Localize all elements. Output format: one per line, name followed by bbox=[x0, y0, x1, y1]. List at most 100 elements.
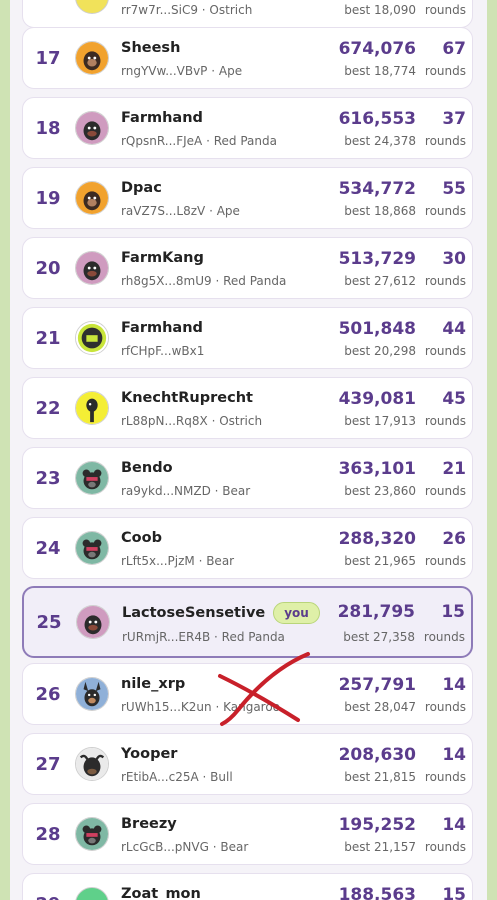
rounds-label: rounds bbox=[424, 204, 466, 218]
rank-number: 18 bbox=[35, 117, 61, 139]
rounds-label: rounds bbox=[424, 770, 466, 784]
rounds-count: 15 bbox=[441, 602, 465, 622]
leaderboard-row[interactable]: 24 Coob rLft5x...PjzM · Bear 288,320 bes… bbox=[22, 517, 473, 579]
player-sub: rLcGcB...pNVG · Bear bbox=[121, 840, 249, 854]
player-score: 616,553 bbox=[338, 109, 416, 129]
player-name: FarmKang bbox=[121, 250, 204, 266]
player-best: best 21,157 bbox=[344, 840, 416, 854]
player-species: Ape bbox=[216, 204, 240, 218]
player-address: rh8g5X...8mU9 bbox=[121, 274, 212, 288]
player-address: rngYVw...VBvP bbox=[121, 64, 208, 78]
player-name: Sheesh bbox=[121, 40, 181, 56]
rank-number: 28 bbox=[35, 823, 61, 845]
bear-avatar-icon bbox=[75, 531, 109, 565]
rounds-count: 14 bbox=[442, 675, 466, 695]
player-name-row: LactoseSensetive you bbox=[122, 602, 320, 624]
player-sub: rL88pN...Rq8X · Ostrich bbox=[121, 414, 263, 428]
rounds-count: 14 bbox=[442, 745, 466, 765]
player-sub: rngYVw...VBvP · Ape bbox=[121, 64, 243, 78]
rounds-count: 26 bbox=[442, 529, 466, 549]
player-sub: rUWh15...K2un · Kangaroo bbox=[121, 700, 281, 714]
player-best: best 20,298 bbox=[344, 344, 416, 358]
leaderboard-row[interactable]: 18 Farmhand rQpsnR...FJeA · Red Panda 61… bbox=[22, 97, 473, 159]
rank-number: 23 bbox=[35, 467, 61, 489]
player-sub: rr7w7r...SiC9 · Ostrich bbox=[121, 3, 253, 17]
player-name: nile_xrp bbox=[121, 676, 186, 692]
rounds-label: rounds bbox=[424, 3, 466, 17]
rounds-label: rounds bbox=[424, 484, 466, 498]
player-score: 281,795 bbox=[337, 602, 415, 622]
player-species: Kangaroo bbox=[223, 700, 281, 714]
rounds-count: 67 bbox=[442, 39, 466, 59]
rank-number: 21 bbox=[35, 327, 61, 349]
rank-number: 26 bbox=[35, 683, 61, 705]
rounds-label: rounds bbox=[424, 344, 466, 358]
player-score: 208,630 bbox=[338, 745, 416, 765]
player-best: best 21,965 bbox=[344, 554, 416, 568]
player-species: Bull bbox=[210, 770, 233, 784]
player-sub: rLft5x...PjzM · Bear bbox=[121, 554, 235, 568]
player-address: ra9ykd...NMZD bbox=[121, 484, 211, 498]
red-panda-avatar-icon bbox=[75, 111, 109, 145]
player-best: best 21,815 bbox=[344, 770, 416, 784]
player-score: 534,772 bbox=[338, 179, 416, 199]
player-species: Ostrich bbox=[219, 414, 263, 428]
leaderboard-row[interactable]: 23 Bendo ra9ykd...NMZD · Bear 363,101 be… bbox=[22, 447, 473, 509]
rank-number: 22 bbox=[35, 397, 61, 419]
leaderboard-row[interactable]: 28 Breezy rLcGcB...pNVG · Bear 195,252 b… bbox=[22, 803, 473, 865]
rounds-label: rounds bbox=[424, 840, 466, 854]
ape-avatar-icon bbox=[75, 181, 109, 215]
bull-avatar-icon bbox=[75, 747, 109, 781]
player-best: best 27,358 bbox=[343, 630, 415, 644]
rank-number: 17 bbox=[35, 47, 61, 69]
leaderboard-row[interactable]: 27 Yooper rEtibA...c25A · Bull 208,630 b… bbox=[22, 733, 473, 795]
red-panda-avatar-icon bbox=[76, 605, 110, 639]
rounds-count: 44 bbox=[442, 319, 466, 339]
player-name: Coob bbox=[121, 530, 162, 546]
player-name: LactoseSensetive bbox=[122, 605, 266, 621]
player-species: Bear bbox=[220, 840, 249, 854]
leaderboard-row[interactable]: 29 Zoat_mon 188,563 15 bbox=[22, 873, 473, 900]
player-name: Farmhand bbox=[121, 110, 203, 126]
player-species: Bear bbox=[222, 484, 251, 498]
rounds-label: rounds bbox=[424, 414, 466, 428]
player-species: Ape bbox=[218, 64, 243, 78]
player-score: 288,320 bbox=[338, 529, 416, 549]
player-name: Bendo bbox=[121, 460, 173, 476]
player-sub: rURmjR...ER4B · Red Panda bbox=[122, 630, 285, 644]
player-sub: raVZ7S...L8zV · Ape bbox=[121, 204, 240, 218]
leaderboard-panel: rr7w7r...SiC9 · Ostrich best 18,090 roun… bbox=[10, 0, 487, 900]
leaderboard-row[interactable]: 21 Farmhand rfCHpF...wBx1 501,848 best 2… bbox=[22, 307, 473, 369]
rank-number: 24 bbox=[35, 537, 61, 559]
player-address: rLft5x...PjzM bbox=[121, 554, 195, 568]
you-badge: you bbox=[273, 602, 320, 624]
leaderboard-row[interactable]: 26 nile_xrp rUWh15...K2un · Kangaroo 257… bbox=[22, 663, 473, 725]
player-best: best 18,090 bbox=[344, 3, 416, 17]
player-name: Zoat_mon bbox=[121, 886, 201, 900]
leaderboard-row[interactable]: 22 KnechtRuprecht rL88pN...Rq8X · Ostric… bbox=[22, 377, 473, 439]
rounds-label: rounds bbox=[424, 134, 466, 148]
rounds-label: rounds bbox=[424, 554, 466, 568]
leaderboard-row-current-user[interactable]: 25 LactoseSensetive you rURmjR...ER4B · R… bbox=[22, 586, 473, 658]
ostrich-avatar-icon bbox=[75, 391, 109, 425]
player-sub: rh8g5X...8mU9 · Red Panda bbox=[121, 274, 287, 288]
kangaroo-avatar-icon bbox=[75, 677, 109, 711]
player-name: KnechtRuprecht bbox=[121, 390, 253, 406]
leaderboard-row[interactable]: 20 FarmKang rh8g5X...8mU9 · Red Panda 51… bbox=[22, 237, 473, 299]
leaderboard-row[interactable]: 17 Sheesh rngYVw...VBvP · Ape 674,076 be… bbox=[22, 27, 473, 89]
rounds-count: 45 bbox=[442, 389, 466, 409]
player-score: 439,081 bbox=[338, 389, 416, 409]
player-best: best 28,047 bbox=[344, 700, 416, 714]
player-sub: ra9ykd...NMZD · Bear bbox=[121, 484, 251, 498]
player-name: Farmhand bbox=[121, 320, 203, 336]
leaderboard-row[interactable]: 19 Dpac raVZ7S...L8zV · Ape 534,772 best… bbox=[22, 167, 473, 229]
player-address: rQpsnR...FJeA bbox=[121, 134, 203, 148]
rank-number: 27 bbox=[35, 753, 61, 775]
leaderboard-row-partial[interactable]: rr7w7r...SiC9 · Ostrich best 18,090 roun… bbox=[22, 0, 473, 28]
rounds-count: 37 bbox=[442, 109, 466, 129]
rounds-label: rounds bbox=[424, 64, 466, 78]
player-address: rEtibA...c25A bbox=[121, 770, 199, 784]
avatar bbox=[75, 0, 109, 14]
player-name: Dpac bbox=[121, 180, 162, 196]
rounds-label: rounds bbox=[424, 274, 466, 288]
